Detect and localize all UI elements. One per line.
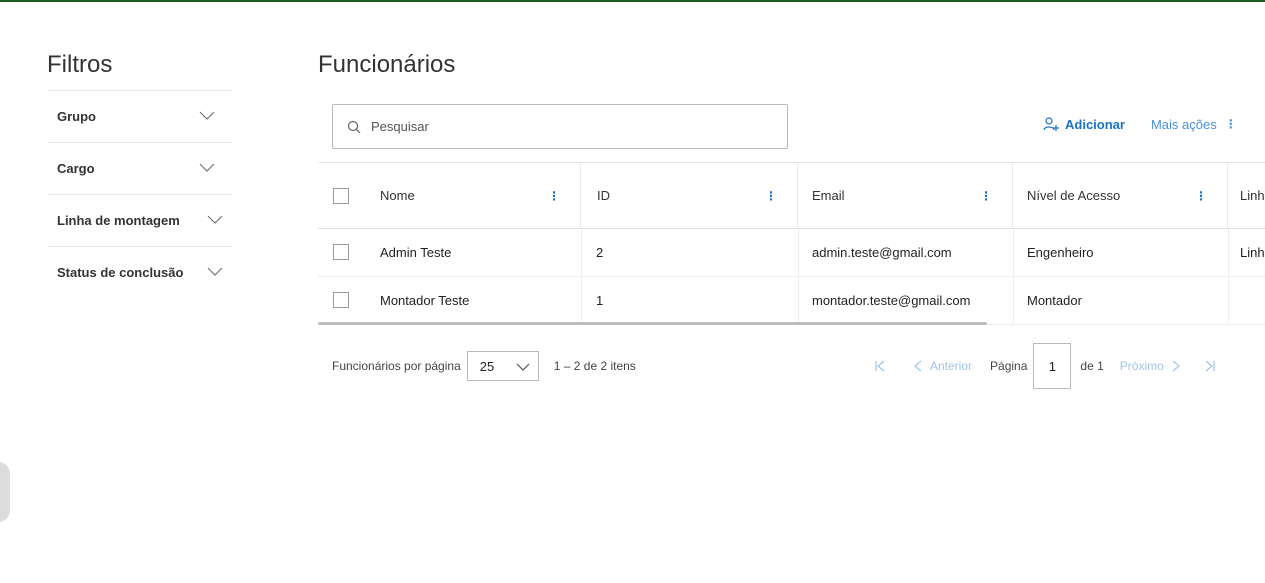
column-menu-icon[interactable]: ⋮ xyxy=(1195,189,1207,203)
column-divider xyxy=(1228,277,1229,324)
row-checkbox[interactable] xyxy=(333,244,349,260)
cell-id: 2 xyxy=(596,245,604,260)
column-divider xyxy=(798,229,799,276)
chevron-down-icon xyxy=(207,215,223,224)
cell-email: admin.teste@gmail.com xyxy=(812,245,952,260)
last-page-icon xyxy=(1205,360,1215,372)
cell-linha: Linh xyxy=(1240,245,1265,260)
next-page-button[interactable]: Próximo xyxy=(1120,359,1182,373)
chevron-down-icon xyxy=(199,163,215,172)
column-divider xyxy=(581,229,582,276)
column-header-nome[interactable]: Nome ⋮ xyxy=(318,163,581,228)
column-header-linha[interactable]: Linh xyxy=(1228,163,1265,228)
cell-nivel: Montador xyxy=(1027,293,1082,308)
more-actions-button[interactable]: Mais ações ⋮ xyxy=(1151,117,1237,132)
column-header-nivel[interactable]: Nível de Acesso ⋮ xyxy=(1013,163,1228,228)
search-icon xyxy=(347,120,361,133)
column-label: Nível de Acesso xyxy=(1027,188,1121,203)
previous-page-button[interactable]: Anterior xyxy=(912,359,972,373)
column-divider xyxy=(798,277,799,324)
more-actions-label: Mais ações xyxy=(1150,116,1217,132)
per-page-control: Funcionários por página 25 1 – 2 de 2 it… xyxy=(332,348,636,384)
filter-group[interactable]: Grupo xyxy=(47,90,233,142)
top-accent-bar xyxy=(0,0,1265,2)
filters-title: Filtros xyxy=(47,51,113,78)
total-pages-label: de 1 xyxy=(1080,359,1104,373)
filter-role[interactable]: Cargo xyxy=(47,142,233,194)
chevron-down-icon xyxy=(516,363,530,371)
horizontal-scrollbar[interactable] xyxy=(318,322,987,325)
column-divider xyxy=(1013,277,1014,324)
cell-email: montador.teste@gmail.com xyxy=(812,293,971,308)
page-title: Funcionários xyxy=(318,51,456,78)
filter-label: Cargo xyxy=(57,161,95,176)
column-header-id[interactable]: ID ⋮ xyxy=(581,163,798,228)
column-divider xyxy=(581,277,582,324)
filter-label: Grupo xyxy=(57,109,96,124)
page-size-value: 25 xyxy=(479,358,495,374)
filters-sidebar: Filtros Grupo Cargo Linha de montagem St… xyxy=(47,50,233,298)
row-checkbox[interactable] xyxy=(333,292,349,308)
table-row[interactable]: Montador Teste 1 montador.teste@gmail.co… xyxy=(318,277,1265,325)
chevron-right-icon xyxy=(1172,360,1180,372)
current-page-value: 1 xyxy=(1048,358,1057,374)
per-page-label: Funcionários por página xyxy=(332,359,461,373)
column-header-email[interactable]: Email ⋮ xyxy=(798,163,1013,228)
range-text: 1 – 2 de 2 itens xyxy=(553,359,636,373)
cell-nome: Montador Teste xyxy=(380,293,470,308)
side-handle[interactable] xyxy=(0,462,10,522)
main-content: Funcionários Adicionar Mais ações ⋮ Nome… xyxy=(318,50,1265,389)
column-menu-icon[interactable]: ⋮ xyxy=(765,189,777,203)
filter-label: Linha de montagem xyxy=(57,213,180,228)
filter-completion-status[interactable]: Status de conclusão xyxy=(47,246,233,298)
kebab-icon: ⋮ xyxy=(1224,117,1237,131)
cell-nome: Admin Teste xyxy=(380,245,452,260)
chevron-left-icon xyxy=(914,360,922,372)
next-label: Próximo xyxy=(1119,359,1164,373)
page-navigation: Anterior Página 1 de 1 Próximo xyxy=(874,343,1216,389)
chevron-down-icon xyxy=(199,111,215,120)
add-user-icon xyxy=(1043,117,1059,131)
cell-id: 1 xyxy=(596,293,604,308)
add-button-label: Adicionar xyxy=(1065,116,1125,132)
column-label: Linh xyxy=(1240,188,1265,203)
table-row[interactable]: Admin Teste 2 admin.teste@gmail.com Enge… xyxy=(318,229,1265,277)
toolbar-actions: Adicionar Mais ações ⋮ xyxy=(1043,116,1237,132)
previous-label: Anterior xyxy=(930,359,973,373)
filter-assembly-line[interactable]: Linha de montagem xyxy=(47,194,233,246)
first-page-button[interactable] xyxy=(874,360,886,372)
filter-label: Status de conclusão xyxy=(57,265,184,280)
column-divider xyxy=(1013,229,1014,276)
page-label: Página xyxy=(990,359,1028,373)
pagination-bar: Funcionários por página 25 1 – 2 de 2 it… xyxy=(318,343,1265,389)
first-page-icon xyxy=(875,360,885,372)
column-label: Nome xyxy=(380,188,415,203)
chevron-down-icon xyxy=(207,267,223,276)
cell-linha xyxy=(1240,277,1265,324)
column-divider xyxy=(1228,229,1229,276)
cell-nivel: Engenheiro xyxy=(1027,245,1094,260)
page-number-input[interactable]: 1 xyxy=(1033,343,1072,389)
table-header-row: Nome ⋮ ID ⋮ Email ⋮ Nível de Acesso ⋮ Li… xyxy=(318,162,1265,229)
employees-table: Nome ⋮ ID ⋮ Email ⋮ Nível de Acesso ⋮ Li… xyxy=(318,162,1265,325)
last-page-button[interactable] xyxy=(1204,360,1216,372)
column-menu-icon[interactable]: ⋮ xyxy=(980,189,992,203)
page-size-select[interactable]: 25 xyxy=(466,351,539,381)
column-menu-icon[interactable]: ⋮ xyxy=(548,189,560,203)
column-label: ID xyxy=(597,188,610,203)
add-button[interactable]: Adicionar xyxy=(1043,116,1125,132)
search-input[interactable] xyxy=(371,119,751,134)
search-box[interactable] xyxy=(332,104,788,149)
column-label: Email xyxy=(812,188,845,203)
